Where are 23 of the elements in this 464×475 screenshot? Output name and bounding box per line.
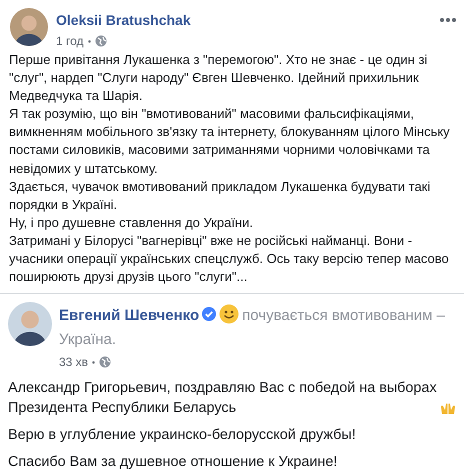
author-name[interactable]: Oleksii Bratushchak bbox=[56, 12, 191, 28]
globe-icon bbox=[99, 356, 112, 368]
post-text: Перше привітання Лукашенка з "перемогою". Хто не знає - це один зі "слуг", нардеп "Слуги народу" Євген Шевченко. Ідейний прихильник Медведчука та Шарія. bbox=[9, 51, 428, 106]
avatar bbox=[10, 8, 48, 46]
post-text: Верю в углубление украинско-белорусской дружбы! bbox=[8, 426, 356, 446]
globe-icon bbox=[94, 35, 107, 47]
post-text: Я так розумію, що він "вмотивований" масовими фальсифікаціями, вимкненням мобільного зв'язку та інтернету, блокуванням цілого Мінську постами силовиків, масовими затриманнями чорними чоловічками та невідомих у штатському. bbox=[9, 105, 451, 178]
more-icon[interactable] bbox=[440, 18, 456, 22]
post-text: Затримані у Білорусі "вагнерівці" вже не російські найманці. Вони - учасники операції українських спецслужб. Ось таку версію тепер масово поширюють друзі друзів цього "слуги"... bbox=[9, 232, 450, 286]
post-text: Здається, чувачок вмотивований прикладом Лукашенка будувати такі порядки в Україні. bbox=[9, 178, 432, 214]
post-text: Ну, і про душевне ставлення до України. bbox=[9, 214, 254, 232]
avatar bbox=[8, 302, 52, 346]
smiley-icon bbox=[219, 304, 240, 324]
raised-hands-icon bbox=[440, 401, 456, 416]
location-link[interactable]: Україна. bbox=[59, 328, 456, 352]
post-time[interactable]: 33 хв bbox=[59, 355, 88, 370]
separator-dot bbox=[88, 40, 91, 42]
post-time[interactable]: 1 год bbox=[56, 34, 84, 48]
post-text: Спасибо Вам за душевное отношение к Украине! bbox=[8, 453, 338, 472]
separator-dot bbox=[92, 360, 96, 364]
author-name[interactable]: Евгений Шевченко bbox=[59, 307, 200, 324]
feeling-text: почувається вмотивованим – bbox=[242, 307, 446, 324]
post-text: Александр Григорьевич, поздравляю Вас с победой на выборах Президента Республики Беларусь bbox=[8, 379, 438, 418]
